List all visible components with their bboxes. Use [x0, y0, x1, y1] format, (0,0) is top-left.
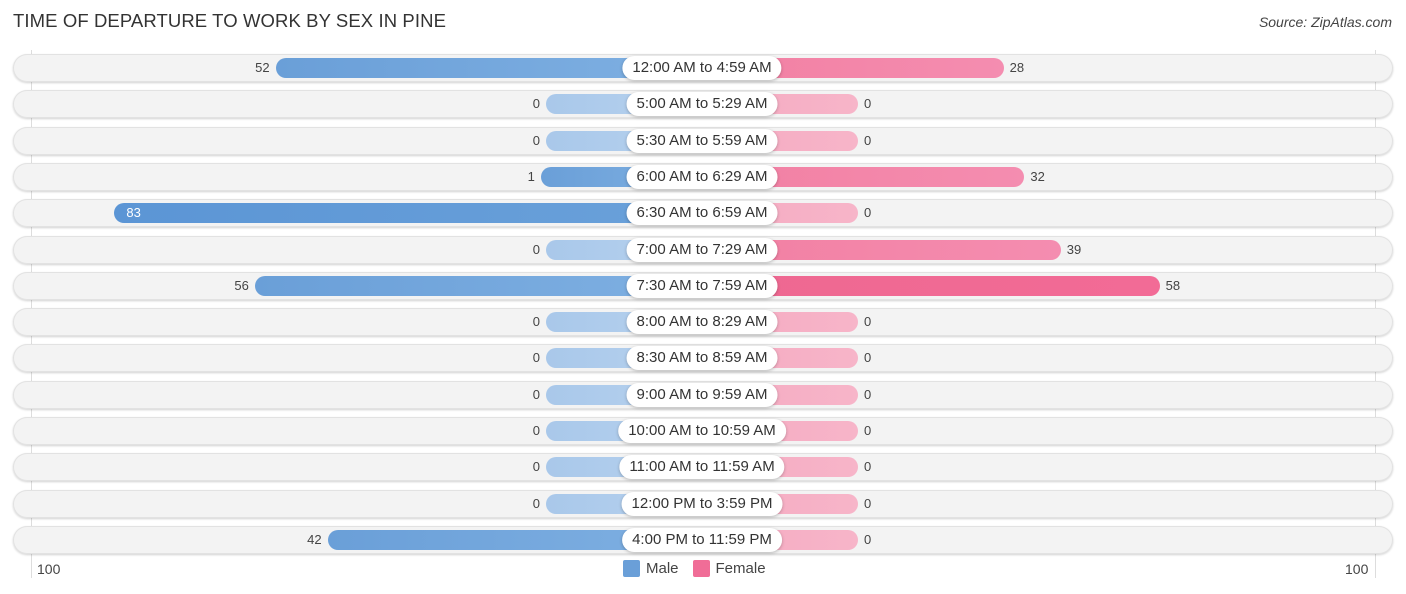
- category-label: 5:30 AM to 5:59 AM: [626, 128, 778, 153]
- value-label-female: 0: [864, 350, 872, 366]
- value-label-male: 83: [126, 205, 141, 221]
- axis-label-left: 100: [37, 561, 61, 577]
- value-label-male: 0: [532, 495, 540, 511]
- bar-male[interactable]: [114, 203, 702, 224]
- value-label-female: 58: [1165, 277, 1181, 293]
- category-label: 7:00 AM to 7:29 AM: [626, 237, 778, 262]
- value-label-male: 0: [532, 132, 540, 148]
- value-label-male: 56: [234, 277, 249, 293]
- category-label: 11:00 AM to 11:59 AM: [619, 455, 785, 480]
- category-label: 6:30 AM to 6:59 AM: [626, 201, 778, 226]
- value-label-male: 52: [255, 60, 270, 75]
- value-label-male: 42: [307, 531, 322, 547]
- category-label: 6:00 AM to 6:29 AM: [626, 164, 778, 189]
- value-label-female: 0: [864, 132, 872, 148]
- category-label: 12:00 PM to 3:59 PM: [621, 491, 783, 516]
- category-label: 5:00 AM to 5:29 AM: [626, 92, 778, 117]
- value-label-female: 0: [864, 386, 872, 402]
- value-label-female: 39: [1066, 241, 1082, 257]
- value-label-female: 0: [864, 495, 872, 511]
- value-label-female: 28: [1009, 60, 1025, 75]
- value-label-male: 0: [532, 350, 540, 366]
- chart-title: TIME OF DEPARTURE TO WORK BY SEX IN PINE: [13, 10, 447, 31]
- category-label: 10:00 AM to 10:59 AM: [618, 419, 786, 443]
- category-label: 4:00 PM to 11:59 PM: [622, 527, 782, 552]
- value-label-female: 0: [864, 205, 872, 221]
- category-label: 8:00 AM to 8:29 AM: [626, 310, 778, 335]
- category-label: 12:00 AM to 4:59 AM: [622, 56, 782, 80]
- category-label: 7:30 AM to 7:59 AM: [626, 273, 778, 298]
- value-label-female: 0: [864, 96, 872, 112]
- value-label-male: 0: [532, 459, 540, 475]
- legend-label-female: Female: [715, 560, 766, 577]
- legend: Male Female: [623, 560, 766, 577]
- source-label: Source: ZipAtlas.com: [1258, 14, 1392, 30]
- legend-swatch-female: [692, 560, 710, 577]
- value-label-male: 0: [532, 241, 540, 257]
- value-label-male: 0: [532, 314, 540, 330]
- value-label-female: 0: [864, 314, 872, 330]
- category-label: 9:00 AM to 9:59 AM: [626, 382, 778, 407]
- value-label-male: 1: [527, 168, 535, 184]
- value-label-male: 0: [532, 96, 540, 112]
- value-label-female: 0: [864, 531, 872, 547]
- legend-swatch-male: [623, 560, 640, 577]
- value-label-male: 0: [532, 386, 540, 402]
- legend-label-male: Male: [646, 560, 679, 577]
- value-label-female: 0: [864, 459, 872, 475]
- category-label: 8:30 AM to 8:59 AM: [626, 346, 778, 371]
- axis-label-right: 100: [1345, 561, 1369, 577]
- value-label-male: 0: [532, 423, 540, 438]
- value-label-female: 0: [864, 423, 872, 438]
- value-label-female: 32: [1030, 168, 1045, 184]
